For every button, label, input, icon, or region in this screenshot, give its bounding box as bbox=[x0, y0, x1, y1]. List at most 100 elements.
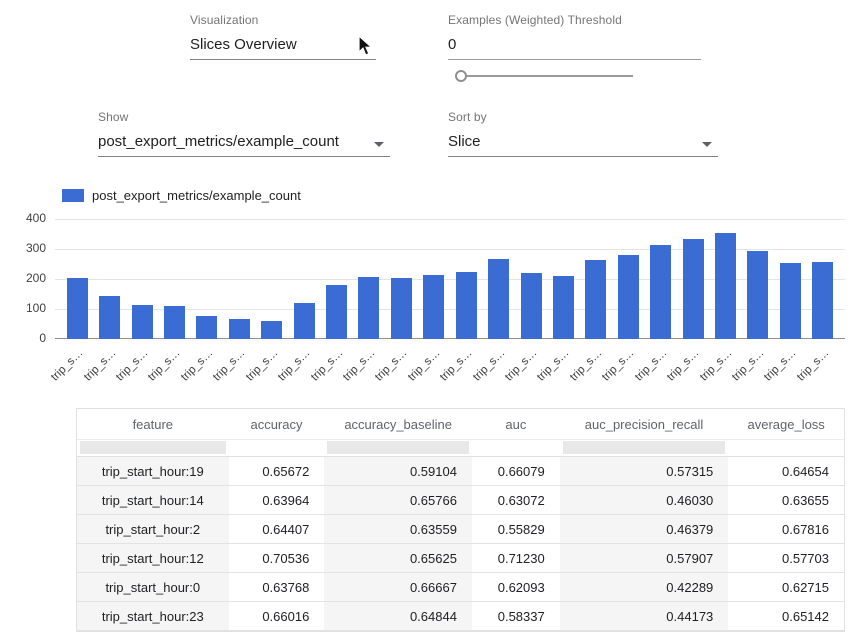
feature-cell: trip_start_hour:12 bbox=[77, 544, 229, 572]
bar bbox=[294, 303, 315, 339]
metric-cell: 0.63655 bbox=[728, 486, 844, 514]
bar bbox=[747, 251, 768, 339]
bar bbox=[618, 255, 639, 339]
bar bbox=[683, 239, 704, 340]
metric-cell: 0.67816 bbox=[728, 515, 844, 543]
column-header-auc_precision_recall[interactable]: auc_precision_recall bbox=[560, 409, 729, 439]
bar bbox=[585, 260, 606, 339]
table-row[interactable]: trip_start_hour:20.644070.635590.55829 0.… bbox=[77, 515, 844, 544]
table-row[interactable]: trip_start_hour:00.637680.666670.620930.… bbox=[77, 573, 844, 602]
threshold-control: Examples (Weighted) Threshold bbox=[448, 13, 701, 60]
column-header-accuracy_baseline[interactable]: accuracy_baseline bbox=[324, 409, 472, 439]
feature-cell: trip_start_hour:2 bbox=[77, 515, 229, 543]
bar bbox=[521, 273, 542, 339]
bar bbox=[715, 233, 736, 339]
metric-cell: 0.63768 bbox=[229, 573, 325, 601]
y-axis-tick-label: 100 bbox=[8, 301, 46, 315]
bar bbox=[423, 275, 444, 339]
y-axis: 0100200300400 bbox=[8, 214, 46, 354]
table-row[interactable]: trip_start_hour:190.656720.591040.660790… bbox=[77, 457, 844, 486]
filter-cell bbox=[324, 440, 472, 456]
filter-box bbox=[563, 441, 726, 454]
metric-cell: 0.57315 bbox=[560, 457, 729, 485]
metric-cell: 0.63072 bbox=[472, 486, 560, 514]
bar bbox=[456, 272, 477, 339]
visualization-value: Slices Overview bbox=[190, 36, 297, 53]
metric-cell: 0.62093 bbox=[472, 573, 560, 601]
visualization-label: Visualization bbox=[190, 13, 376, 27]
chart-legend: post_export_metrics/example_count bbox=[62, 188, 301, 203]
chart-plot-area: trip_s…trip_s…trip_s…trip_s…trip_s…trip_… bbox=[55, 219, 845, 339]
column-header-feature[interactable]: feature bbox=[77, 409, 229, 439]
metric-cell: 0.65766 bbox=[324, 486, 472, 514]
feature-cell: trip_start_hour:19 bbox=[77, 457, 229, 485]
bar bbox=[650, 245, 671, 340]
table-header-row: featureaccuracyaccuracy_baselineaucauc_p… bbox=[77, 409, 844, 440]
filter-cell bbox=[229, 440, 325, 456]
visualization-control: Visualization Slices Overview bbox=[190, 13, 376, 60]
sort-by-dropdown[interactable]: Slice bbox=[448, 130, 718, 157]
show-control: Show post_export_metrics/example_count bbox=[98, 110, 390, 157]
bar bbox=[358, 277, 379, 339]
filter-cell bbox=[472, 440, 560, 456]
legend-swatch bbox=[62, 189, 84, 202]
table-row[interactable]: trip_start_hour:120.705360.656250.712300… bbox=[77, 544, 844, 573]
filter-box bbox=[80, 441, 226, 454]
visualization-dropdown[interactable]: Slices Overview bbox=[190, 33, 376, 60]
filter-cell bbox=[728, 440, 844, 456]
bar bbox=[229, 319, 250, 339]
metric-cell: 0.63964 bbox=[229, 486, 325, 514]
slider-thumb[interactable] bbox=[455, 70, 467, 82]
metric-cell: 0.64407 bbox=[229, 515, 325, 543]
threshold-slider[interactable] bbox=[455, 69, 633, 83]
metric-cell: 0.46030 bbox=[560, 486, 729, 514]
bar bbox=[132, 305, 153, 339]
metric-cell: 0.71230 bbox=[472, 544, 560, 572]
y-axis-tick-label: 200 bbox=[8, 271, 46, 285]
feature-cell: trip_start_hour:0 bbox=[77, 573, 229, 601]
chevron-down-icon bbox=[702, 142, 712, 147]
feature-cell: trip_start_hour:14 bbox=[77, 486, 229, 514]
slider-track[interactable] bbox=[455, 75, 633, 77]
threshold-input[interactable] bbox=[448, 33, 701, 60]
table-filter-row bbox=[77, 440, 844, 457]
table-row[interactable]: trip_start_hour:140.639640.657660.630720… bbox=[77, 486, 844, 515]
metric-cell: 0.65672 bbox=[229, 457, 325, 485]
bar bbox=[812, 262, 833, 339]
bar bbox=[391, 278, 412, 339]
sort-by-control: Sort by Slice bbox=[448, 110, 718, 157]
column-header-accuracy[interactable]: accuracy bbox=[229, 409, 325, 439]
column-header-average_loss[interactable]: average_loss bbox=[728, 409, 844, 439]
metric-cell: 0.63559 bbox=[324, 515, 472, 543]
sort-by-label: Sort by bbox=[448, 110, 718, 124]
table-row[interactable]: trip_start_hour:230.660160.648440.583370… bbox=[77, 602, 844, 631]
column-header-auc[interactable]: auc bbox=[472, 409, 560, 439]
filter-box bbox=[327, 441, 469, 454]
show-dropdown[interactable]: post_export_metrics/example_count bbox=[98, 130, 390, 157]
chevron-down-icon bbox=[374, 142, 384, 147]
y-axis-tick-label: 0 bbox=[8, 331, 46, 345]
bar bbox=[488, 259, 509, 339]
metric-cell: 0.59104 bbox=[324, 457, 472, 485]
bar-chart: 0100200300400 trip_s…trip_s…trip_s…trip_… bbox=[8, 214, 853, 386]
metric-cell: 0.57703 bbox=[728, 544, 844, 572]
legend-label: post_export_metrics/example_count bbox=[92, 188, 301, 203]
metric-cell: 0.57907 bbox=[560, 544, 729, 572]
threshold-label: Examples (Weighted) Threshold bbox=[448, 13, 701, 27]
bar bbox=[164, 306, 185, 339]
metric-cell: 0.70536 bbox=[229, 544, 325, 572]
y-axis-tick-label: 400 bbox=[8, 211, 46, 225]
bar bbox=[261, 321, 282, 339]
metric-cell: 0.66079 bbox=[472, 457, 560, 485]
bar bbox=[99, 296, 120, 339]
bar bbox=[196, 316, 217, 339]
mouse-cursor-icon bbox=[357, 35, 375, 62]
show-value: post_export_metrics/example_count bbox=[98, 133, 339, 150]
bar bbox=[326, 285, 347, 339]
sort-by-value: Slice bbox=[448, 133, 481, 150]
metric-cell: 0.64654 bbox=[728, 457, 844, 485]
metric-cell: 0.62715 bbox=[728, 573, 844, 601]
filter-cell bbox=[560, 440, 729, 456]
bar bbox=[553, 276, 574, 339]
metric-cell: 0.55829 bbox=[472, 515, 560, 543]
